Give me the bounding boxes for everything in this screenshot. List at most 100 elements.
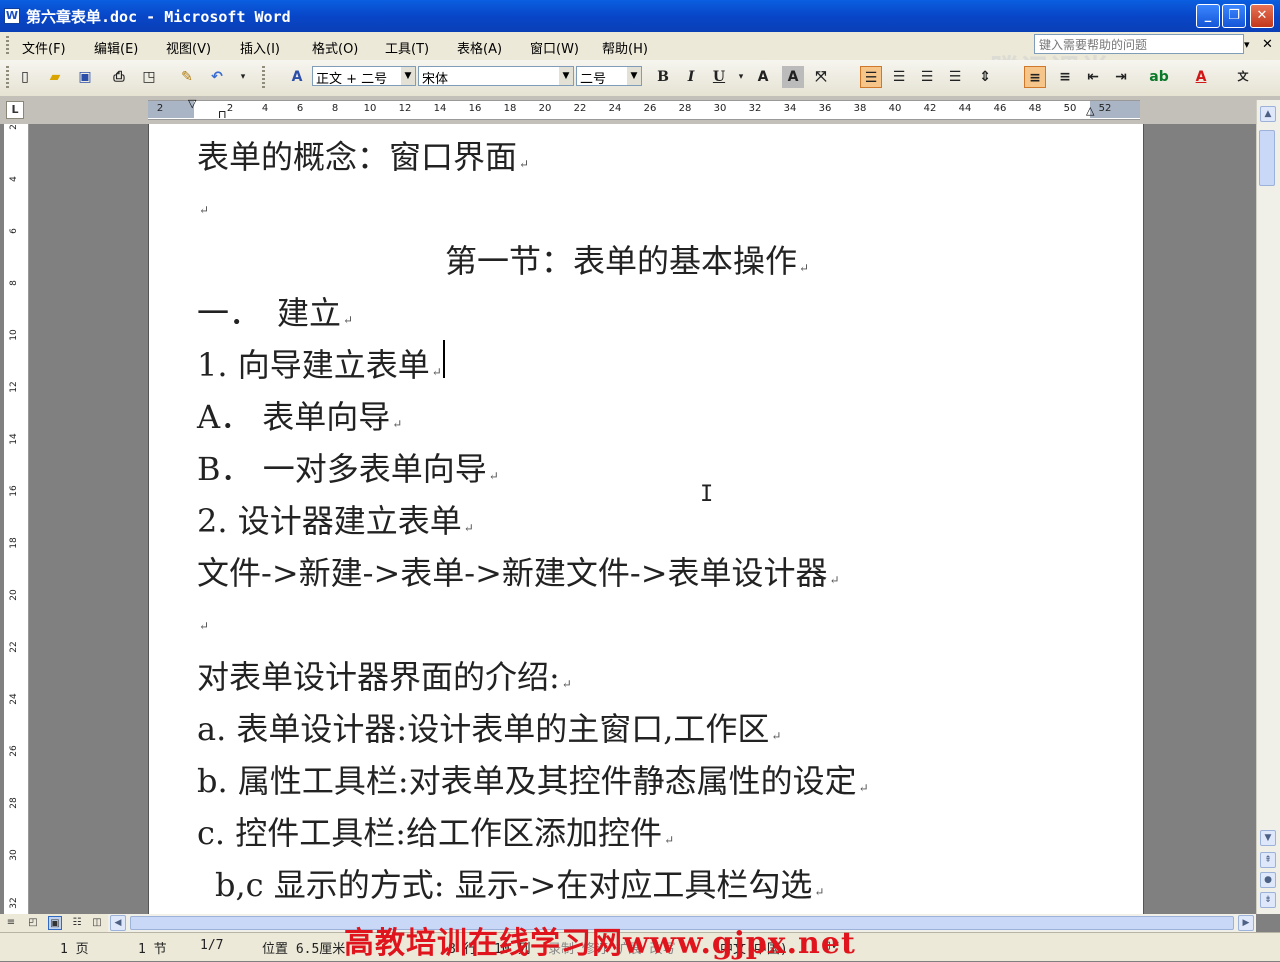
align-left-icon[interactable]: ☰ — [860, 66, 882, 88]
next-page-icon[interactable]: ⇟ — [1260, 892, 1276, 908]
doc-line[interactable]: ↵ — [197, 184, 209, 222]
char-shading-icon[interactable]: A — [782, 66, 804, 88]
menu-edit[interactable]: 编辑(E) — [94, 38, 138, 57]
open-folder-icon[interactable]: ▰ — [44, 66, 66, 88]
doc-line-text: b. 属性工具栏:对表单及其控件静态属性的设定 — [197, 762, 857, 800]
styles-icon[interactable]: A — [286, 66, 308, 88]
ruler-tick: 12 — [398, 103, 412, 114]
paragraph-mark-icon: ↵ — [392, 417, 403, 431]
doc-line[interactable]: 对表单设计器界面的介绍: ↵ — [197, 652, 572, 698]
justify-icon[interactable]: ☰ — [944, 66, 966, 88]
doc-line[interactable]: 1. 向导建立表单 ↵ — [197, 340, 442, 386]
italic-button[interactable]: I — [680, 66, 702, 88]
paragraph-mark-icon: ↵ — [199, 619, 210, 633]
doc-line[interactable]: b,c 显示的方式: 显示->在对应工具栏勾选 ↵ — [215, 860, 824, 906]
print-layout-icon[interactable]: ▣ — [48, 916, 62, 930]
print-icon[interactable]: ⎙ — [108, 66, 130, 88]
doc-line-text: 1. 向导建立表单 — [197, 346, 430, 384]
reading-layout-icon[interactable]: ◫ — [90, 916, 104, 930]
toolbar-grip[interactable] — [6, 66, 9, 88]
menu-help[interactable]: 帮助(H) — [602, 38, 648, 57]
doc-line-text: 2. 设计器建立表单 — [197, 502, 462, 540]
doc-line[interactable]: 文件->新建->表单->新建文件->表单设计器 ↵ — [197, 548, 840, 594]
previous-page-icon[interactable]: ⇞ — [1260, 852, 1276, 868]
outline-view-icon[interactable]: ☷ — [70, 916, 84, 930]
vertical-scrollbar[interactable] — [1256, 100, 1280, 914]
close-document-button[interactable]: ✕ — [1262, 37, 1273, 52]
save-icon[interactable]: ▣ — [74, 66, 96, 88]
style-select[interactable]: 正文 + 二号 ▼ — [312, 66, 416, 86]
close-button[interactable]: ✕ — [1250, 4, 1274, 28]
restore-button[interactable]: ❐ — [1222, 4, 1246, 28]
menubar-grip[interactable] — [6, 36, 9, 56]
minimize-button[interactable]: _ — [1196, 4, 1220, 28]
paragraph-mark-icon: ↵ — [814, 885, 825, 899]
new-document-icon[interactable]: ▯ — [14, 66, 36, 88]
paragraph-mark-icon: ↵ — [463, 521, 474, 535]
menu-file[interactable]: 文件(F) — [22, 38, 66, 57]
doc-line[interactable]: b. 属性工具栏:对表单及其控件静态属性的设定 ↵ — [197, 756, 869, 802]
font-color-icon[interactable]: A — [1190, 66, 1212, 88]
left-indent-marker[interactable]: ⊓ — [218, 108, 227, 121]
doc-line[interactable]: A． 表单向导 ↵ — [197, 392, 402, 438]
doc-line[interactable]: 2. 设计器建立表单 ↵ — [197, 496, 474, 542]
scroll-left-icon[interactable]: ◀ — [110, 915, 126, 931]
line-spacing-icon[interactable]: ⇕ — [974, 66, 996, 88]
menu-view[interactable]: 视图(V) — [166, 38, 211, 57]
web-layout-icon[interactable]: ◰ — [26, 916, 40, 930]
font-size-select[interactable]: 二号 ▼ — [576, 66, 642, 86]
vertical-scroll-thumb[interactable] — [1259, 130, 1275, 186]
align-center-icon[interactable]: ☰ — [888, 66, 910, 88]
bold-button[interactable]: B — [652, 66, 674, 88]
tab-selector[interactable]: L — [6, 101, 24, 119]
vruler-tick: 14 — [9, 433, 19, 445]
underline-button[interactable]: U — [708, 66, 730, 88]
char-scaling-icon[interactable]: ⤧ — [810, 66, 832, 88]
highlight-icon[interactable]: ab — [1148, 66, 1170, 88]
status-page-count: 1/7 — [200, 938, 224, 953]
doc-line[interactable]: 一． 建立 ↵ — [197, 288, 353, 334]
numbering-icon[interactable]: ≡ — [1024, 66, 1046, 88]
doc-line[interactable]: 表单的概念：窗口界面 ↵ — [197, 132, 529, 178]
menu-insert[interactable]: 插入(I) — [240, 38, 280, 57]
browse-object-icon[interactable]: ● — [1260, 872, 1276, 888]
phonetic-guide-icon[interactable]: 文 — [1232, 66, 1254, 88]
char-border-icon[interactable]: A — [752, 66, 774, 88]
menu-format[interactable]: 格式(O) — [312, 38, 358, 57]
doc-line[interactable]: a. 表单设计器:设计表单的主窗口,工作区 ↵ — [197, 704, 781, 750]
scroll-down-icon[interactable]: ▼ — [1260, 830, 1276, 846]
doc-line[interactable]: ↵ — [197, 600, 209, 638]
chevron-down-icon[interactable]: ▼ — [401, 67, 415, 85]
bullets-icon[interactable]: ≡ — [1054, 66, 1076, 88]
decrease-indent-icon[interactable]: ⇤ — [1082, 66, 1104, 88]
doc-line-heading[interactable]: 第一节：表单的基本操作 ↵ — [445, 236, 809, 282]
right-indent-marker[interactable]: △ — [1086, 104, 1094, 117]
increase-indent-icon[interactable]: ⇥ — [1110, 66, 1132, 88]
menu-table[interactable]: 表格(A) — [457, 38, 502, 57]
undo-icon[interactable]: ↶ — [206, 66, 228, 88]
vruler-tick: 20 — [9, 589, 19, 601]
doc-line[interactable]: B． 一对多表单向导 ↵ — [197, 444, 499, 490]
first-line-indent-marker[interactable]: ▽ — [188, 97, 196, 110]
window-title: 第六章表单.doc - Microsoft Word — [26, 8, 291, 26]
chevron-down-icon[interactable]: ▼ — [627, 67, 641, 85]
undo-dropdown-icon[interactable]: ▾ — [232, 66, 254, 88]
doc-line[interactable]: c. 控件工具栏:给工作区添加控件 ↵ — [197, 808, 674, 854]
word-doc-icon[interactable]: W — [4, 8, 20, 24]
menu-window[interactable]: 窗口(W) — [530, 38, 579, 57]
paragraph-mark-icon: ↵ — [829, 573, 840, 587]
print-preview-icon[interactable]: ◳ — [138, 66, 160, 88]
align-right-icon[interactable]: ☰ — [916, 66, 938, 88]
chevron-down-icon[interactable]: ▼ — [559, 67, 573, 85]
toolbar-grip-2[interactable] — [262, 66, 265, 88]
underline-dropdown-icon[interactable]: ▾ — [730, 66, 752, 88]
scroll-up-icon[interactable]: ▲ — [1260, 106, 1276, 122]
document-page[interactable]: 表单的概念：窗口界面 ↵ ↵ 第一节：表单的基本操作 ↵ 一． 建立 ↵ 1. 向导建… — [148, 124, 1144, 914]
normal-view-icon[interactable]: ≡ — [4, 916, 18, 930]
scroll-right-icon[interactable]: ▶ — [1238, 915, 1254, 931]
help-dropdown-icon[interactable]: ▾ — [1244, 38, 1250, 51]
format-painter-icon[interactable]: ✎ — [176, 66, 198, 88]
menu-tools[interactable]: 工具(T) — [385, 38, 429, 57]
ruler-tick: 2 — [156, 103, 164, 114]
font-select[interactable]: 宋体 ▼ — [418, 66, 574, 86]
